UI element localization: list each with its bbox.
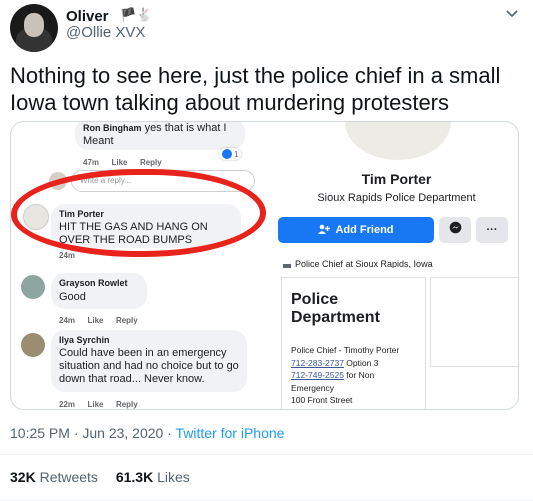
phone-link[interactable]: 712-283-2737 [291,358,344,368]
reaction-badge: 1 [219,148,242,160]
briefcase-icon [283,264,291,268]
add-friend-button[interactable]: Add Friend [278,217,434,243]
more-options-button[interactable]: ··· [476,217,508,243]
profile-picture[interactable] [343,122,453,162]
comment-author: Ron Bingham [83,123,142,133]
like-link[interactable]: Like [111,158,127,167]
like-link[interactable]: Like [87,316,103,325]
commenter-avatar [21,333,45,357]
red-circle-annotation [11,169,266,257]
comment-time: 22m [59,400,76,409]
add-user-icon [318,224,331,237]
comment-bubble: Ilya Syrchin Could have been in an emerg… [51,330,247,392]
avatar[interactable] [10,4,58,52]
engagement-stats: 32K Retweets 61.3K Likes [10,469,190,485]
tweet-media[interactable]: Ron Bingham yes that is what I Meant 47m… [10,121,519,410]
comment-author: Ilya Syrchin [59,335,110,345]
comment-time: 24m [59,316,76,325]
comment-text: Could have been in an emergency situatio… [59,347,239,385]
comment-time: 47m [83,158,100,167]
chevron-down-icon[interactable] [505,6,519,22]
comment-bubble: Grayson Rowlet Good [51,273,147,309]
like-reaction-icon [222,149,232,159]
police-department-card: Police Department Police Chief - Timothy… [281,277,426,409]
facebook-screenshot: Ron Bingham yes that is what I Meant 47m… [11,122,518,409]
profile-subtitle: Sioux Rapids Police Department [317,192,476,204]
reply-link[interactable]: Reply [116,316,138,325]
user-handle[interactable]: @Ollie XVX [66,24,145,41]
add-friend-label: Add Friend [335,224,394,236]
messenger-icon [449,221,462,239]
profile-name: Tim Porter [361,171,432,187]
likes-stat[interactable]: 61.3K Likes [116,469,190,485]
tweet-text: Nothing to see here, just the police chi… [10,63,501,115]
profile-panel: Tim Porter Sioux Rapids Police Departmen… [273,122,518,409]
phone-link[interactable]: 712-749-2525 [291,370,344,380]
comment-text: Good [59,291,86,303]
profile-intro-line: Police Chief at Sioux Rapids, Iowa [283,260,503,268]
reply-link[interactable]: Reply [140,158,162,167]
photo-placeholder [430,277,518,367]
display-name[interactable]: Oliver [66,8,109,25]
retweets-stat[interactable]: 32K Retweets [10,469,98,485]
reply-link[interactable]: Reply [116,400,138,409]
messenger-button[interactable] [439,217,471,243]
comment-bubble: Ron Bingham yes that is what I Meant [75,122,245,150]
comment-time: 24m [59,251,76,260]
card-title: Police Department [291,291,380,326]
name-emoji: 🏴🐇 [120,7,153,22]
card-body: Police Chief - Timothy Porter 712-283-27… [291,345,400,405]
source-link[interactable]: Twitter for iPhone [176,425,285,441]
divider [0,454,533,455]
commenter-avatar [21,275,45,299]
like-link[interactable]: Like [87,400,103,409]
comment-author: Grayson Rowlet [59,278,128,288]
tweet-timestamp: 10:25 PM · Jun 23, 2020 · Twitter for iP… [10,425,285,441]
